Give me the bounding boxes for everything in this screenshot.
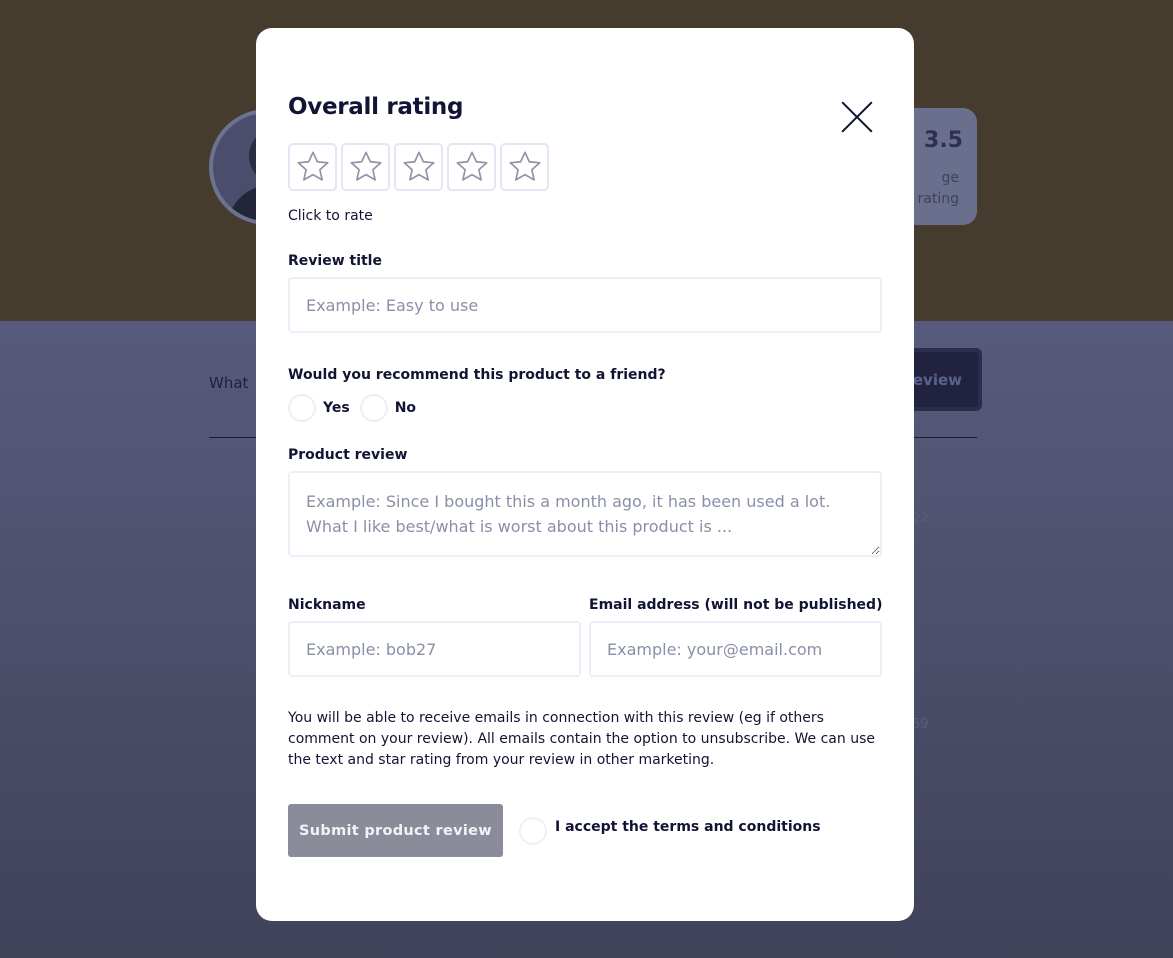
background-review-date: 22 [912,511,929,526]
recommend-no-label: No [394,400,417,416]
review-title-input[interactable] [288,277,882,333]
star-2-button[interactable] [341,143,390,191]
star-3-button[interactable] [394,143,443,191]
recommend-yes-label: Yes [323,400,350,416]
submit-review-button[interactable]: Submit product review [288,804,503,857]
star-1-button[interactable] [288,143,337,191]
recommend-radio-group: Yes No [288,394,426,422]
star-outline-icon [455,151,488,181]
email-disclaimer: You will be able to receive emails in co… [288,710,875,768]
product-review-textarea[interactable] [288,471,882,557]
nickname-label: Nickname [288,597,366,613]
email-input[interactable] [589,621,882,677]
star-4-button[interactable] [447,143,496,191]
star-outline-icon [296,151,329,181]
recommend-yes-radio[interactable] [288,394,316,422]
recommend-label: Would you recommend this product to a fr… [288,367,666,383]
click-to-rate-hint: Click to rate [288,208,373,224]
background-review-date: 59 [912,717,929,732]
star-outline-icon [402,151,435,181]
terms-label: I accept the terms and conditions [555,819,821,835]
nickname-input[interactable] [288,621,581,677]
terms-checkbox[interactable] [519,817,547,845]
recommend-no-radio[interactable] [359,394,388,422]
close-icon[interactable] [840,100,874,134]
star-outline-icon [508,151,541,181]
review-modal: Overall rating Click to rate Review titl… [256,28,914,921]
star-rating [288,143,553,191]
email-label: Email address (will not be published) [589,597,883,613]
product-review-label: Product review [288,447,408,463]
star-outline-icon [349,151,382,181]
modal-title: Overall rating [288,94,464,120]
star-5-button[interactable] [500,143,549,191]
background-question-text: What [209,374,249,392]
review-title-label: Review title [288,253,382,269]
